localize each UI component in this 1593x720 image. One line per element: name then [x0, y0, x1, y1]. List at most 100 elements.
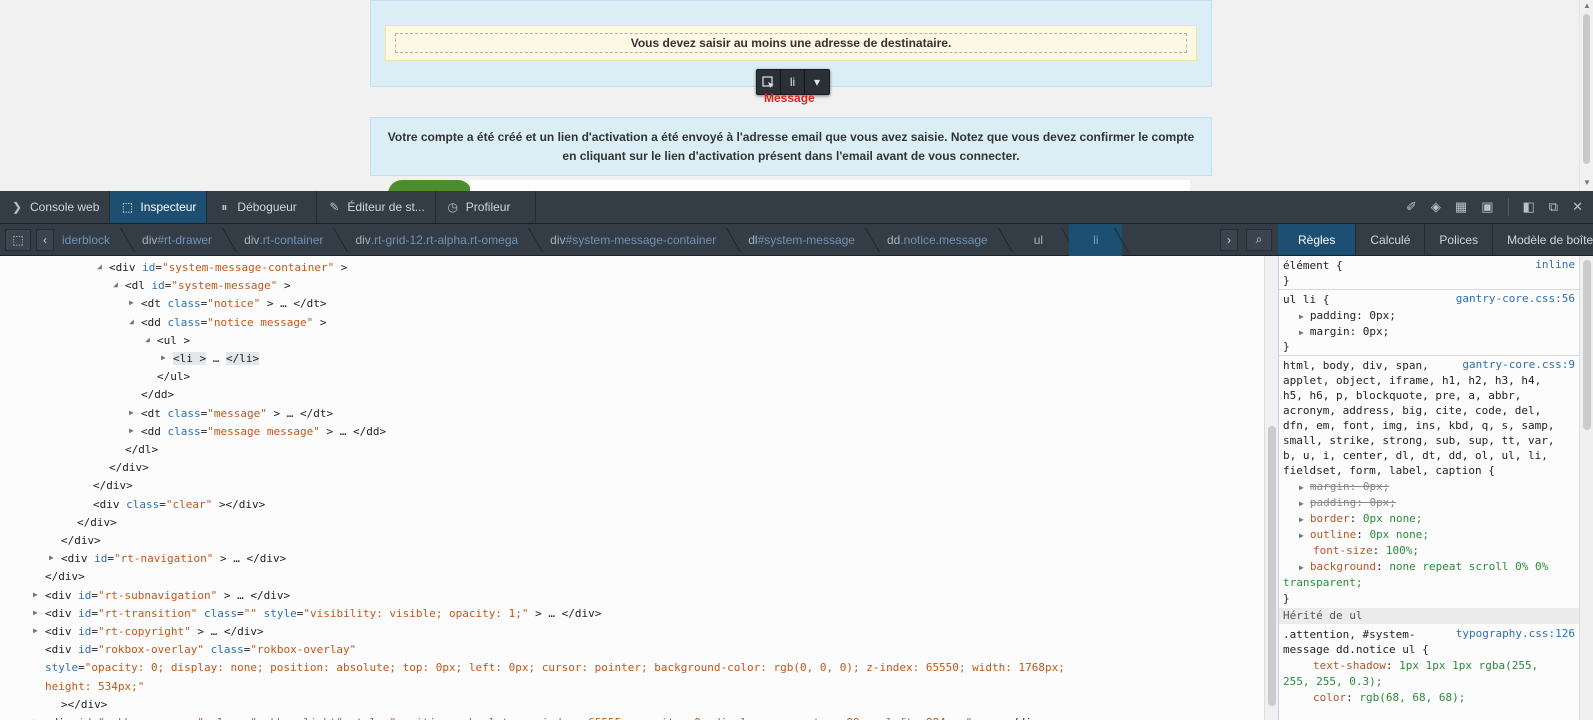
markup-line[interactable]: <div id="rokbox-overlay" class="rokbox-o…: [45, 642, 356, 657]
tab-box-model[interactable]: Modèle de boîte: [1493, 224, 1593, 255]
paintbrush-icon[interactable]: ✐: [1406, 199, 1417, 215]
markup-scrollbar[interactable]: [1264, 256, 1278, 720]
scroll-down-icon[interactable]: ▼: [1583, 178, 1591, 187]
css-declaration[interactable]: ▶ padding: 0px;: [1299, 495, 1396, 511]
expand-icon[interactable]: ▶: [1299, 499, 1304, 508]
close-icon[interactable]: ✕: [1572, 199, 1583, 215]
css-declaration[interactable]: ▶ outline: 0px none;: [1299, 527, 1429, 543]
expand-icon[interactable]: ▶: [33, 626, 38, 635]
scroll-up-icon[interactable]: ▲: [1583, 1, 1591, 10]
css-declaration[interactable]: text-shadow: 1px 1px 1px rgba(255,: [1299, 658, 1538, 673]
css-declaration[interactable]: color: rgb(68, 68, 68);: [1299, 690, 1465, 705]
markup-line[interactable]: <div id="rt-subnavigation" > … </div>: [45, 588, 290, 603]
markup-line[interactable]: </div>: [93, 478, 133, 493]
markup-line[interactable]: <li > … </li>: [173, 351, 260, 366]
markup-line[interactable]: <ul >: [157, 333, 190, 348]
breadcrumb-item[interactable]: dl #system-message: [734, 224, 873, 256]
markup-line[interactable]: <dt class="notice" > … </dt>: [141, 296, 326, 311]
collapse-icon[interactable]: ◢: [113, 280, 118, 289]
tab-fonts[interactable]: Polices: [1425, 224, 1494, 255]
collapse-icon[interactable]: ◢: [129, 317, 134, 326]
page-scroll-thumb[interactable]: [1583, 14, 1590, 164]
ul-li-rule-source[interactable]: gantry-core.css:56: [1456, 292, 1575, 305]
tab-inspector[interactable]: ⬚ Inspecteur: [110, 191, 208, 223]
markup-line[interactable]: </div>: [61, 533, 101, 548]
attention-rule-source[interactable]: typography.css:126: [1456, 627, 1575, 640]
breadcrumb-item[interactable]: div #system-message-container: [536, 224, 734, 256]
markup-line[interactable]: <div id="system-message-container" >: [109, 260, 347, 275]
reset-rule-source[interactable]: gantry-core.css:9: [1462, 358, 1575, 371]
markup-line[interactable]: </div>: [109, 460, 149, 475]
markup-line[interactable]: <dd class="notice message" >: [141, 315, 326, 330]
breadcrumb-item[interactable]: div .rt-grid-12.rt-alpha.rt-omega: [341, 224, 536, 256]
markup-line[interactable]: </dl>: [125, 442, 158, 457]
markup-line[interactable]: <div id="rt-navigation" > … </div>: [61, 551, 286, 566]
css-declaration[interactable]: ▶ border: 0px none;: [1299, 511, 1422, 527]
tab-style-editor[interactable]: ✎ Éditeur de st...: [317, 191, 436, 223]
collapse-icon[interactable]: ◢: [97, 262, 102, 271]
markup-line[interactable]: <div id="rt-transition" class="" style="…: [45, 606, 601, 621]
scratchpad-icon[interactable]: ▣: [1481, 199, 1493, 215]
tab-console[interactable]: ❯ Console web: [0, 191, 111, 223]
css-declaration[interactable]: 255, 255, 0.3);: [1283, 674, 1382, 689]
expand-icon[interactable]: ▶: [49, 553, 54, 562]
expand-icon[interactable]: ▶: [1299, 312, 1304, 321]
3d-view-icon[interactable]: ◈: [1431, 199, 1441, 215]
undock-icon[interactable]: ⧉: [1549, 199, 1558, 215]
search-icon[interactable]: ⌕: [1246, 228, 1272, 251]
markup-line[interactable]: <div id="rt-copyright" > … </div>: [45, 624, 264, 639]
tab-computed[interactable]: Calculé: [1356, 224, 1426, 255]
markup-line[interactable]: style="opacity: 0; display: none; positi…: [45, 660, 1065, 675]
expand-icon[interactable]: ▶: [129, 408, 134, 417]
markup-line[interactable]: <div class="clear" ></div>: [93, 497, 265, 512]
crumb-class: #rt-drawer: [157, 232, 213, 247]
breadcrumb-item[interactable]: dd .notice.message: [873, 224, 1006, 256]
breadcrumb-item[interactable]: iderblock: [54, 224, 128, 256]
markup-line[interactable]: <dt class="message" > … </dt>: [141, 406, 333, 421]
dock-side-icon[interactable]: ◧: [1523, 199, 1535, 215]
markup-line[interactable]: <dl id="system-message" >: [125, 278, 291, 293]
markup-line[interactable]: <div id="rokbox-wrapper" class="rokbox-l…: [45, 715, 1045, 720]
expand-icon[interactable]: ▶: [129, 426, 134, 435]
expand-icon[interactable]: ▶: [1299, 563, 1304, 572]
tab-rules[interactable]: Règles: [1278, 224, 1357, 255]
markup-line[interactable]: ></div>: [61, 697, 107, 712]
chevron-right-icon[interactable]: ›: [1220, 228, 1238, 251]
css-declaration[interactable]: ▶ margin: 0px;: [1299, 324, 1389, 340]
page-scrollbar[interactable]: ▲ ▼: [1579, 0, 1593, 191]
expand-icon[interactable]: ▶: [161, 353, 166, 362]
markup-line[interactable]: <dd class="message message" > … </dd>: [141, 424, 386, 439]
expand-icon[interactable]: ▶: [1299, 531, 1304, 540]
breadcrumb-item-selected[interactable]: li: [1069, 223, 1123, 256]
breadcrumb-item[interactable]: div #rt-drawer: [128, 224, 230, 256]
css-declaration[interactable]: ▶ margin: 0px;: [1299, 479, 1389, 495]
tab-debugger[interactable]: ⏸ Débogueur: [207, 191, 318, 223]
responsive-icon[interactable]: ▦: [1455, 199, 1467, 215]
css-declaration[interactable]: ▶ background: none repeat scroll 0% 0%: [1299, 559, 1548, 575]
expand-icon[interactable]: ▶: [1299, 328, 1304, 337]
collapse-icon[interactable]: ◢: [145, 335, 150, 344]
markup-line[interactable]: </div>: [77, 515, 117, 530]
markup-line[interactable]: </dd>: [141, 387, 174, 402]
expand-icon[interactable]: ▶: [1299, 483, 1304, 492]
expand-icon[interactable]: ▶: [1299, 515, 1304, 524]
breadcrumb-item[interactable]: div .rt-container: [230, 224, 341, 256]
markup-line[interactable]: height: 534px;": [45, 679, 144, 694]
css-declaration[interactable]: ▶ padding: 0px;: [1299, 308, 1396, 324]
rules-scrollbar[interactable]: [1579, 256, 1593, 720]
pick-element-icon[interactable]: ⬚: [5, 228, 31, 251]
breadcrumb-item[interactable]: ul: [1006, 224, 1069, 256]
markup-line[interactable]: </ul>: [157, 369, 190, 384]
expand-icon[interactable]: ▶: [33, 590, 38, 599]
markup-scroll-thumb[interactable]: [1268, 426, 1276, 706]
rules-scroll-thumb[interactable]: [1583, 260, 1591, 430]
element-rule-source[interactable]: inline: [1535, 258, 1575, 271]
tab-profiler[interactable]: ◷ Profileur: [436, 191, 536, 223]
expand-icon[interactable]: ▶: [33, 608, 38, 617]
crumb-tag: div: [244, 232, 260, 247]
chevron-left-icon[interactable]: ‹: [36, 228, 54, 251]
expand-icon[interactable]: ▶: [129, 298, 134, 307]
declaration-text: margin: 0px;: [1309, 325, 1390, 338]
markup-line[interactable]: </div>: [45, 569, 85, 584]
css-declaration[interactable]: font-size: 100%;: [1299, 543, 1419, 558]
